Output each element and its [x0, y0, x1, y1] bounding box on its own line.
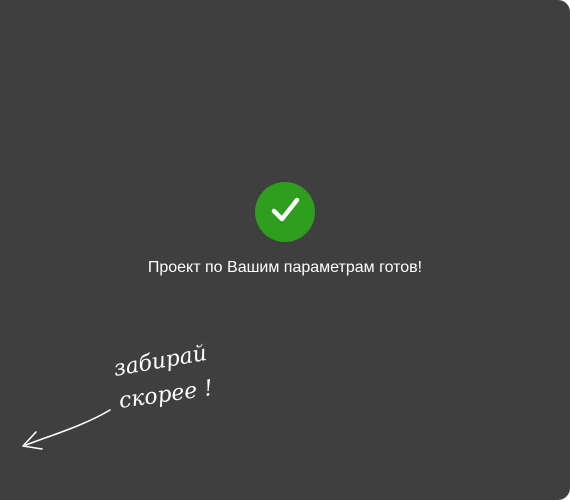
handnote-line1: забирай	[112, 341, 209, 382]
hand-drawn-arrow-left-icon	[22, 409, 111, 450]
success-message: Проект по Вашим параметрам готов!	[147, 259, 423, 276]
handwritten-note: забирай скорее !	[0, 330, 260, 470]
success-badge	[255, 182, 315, 242]
handnote-line2: скорее !	[117, 376, 214, 414]
result-panel: Проект по Вашим параметрам готов! забира…	[0, 0, 570, 500]
checkmark-icon	[267, 192, 303, 233]
